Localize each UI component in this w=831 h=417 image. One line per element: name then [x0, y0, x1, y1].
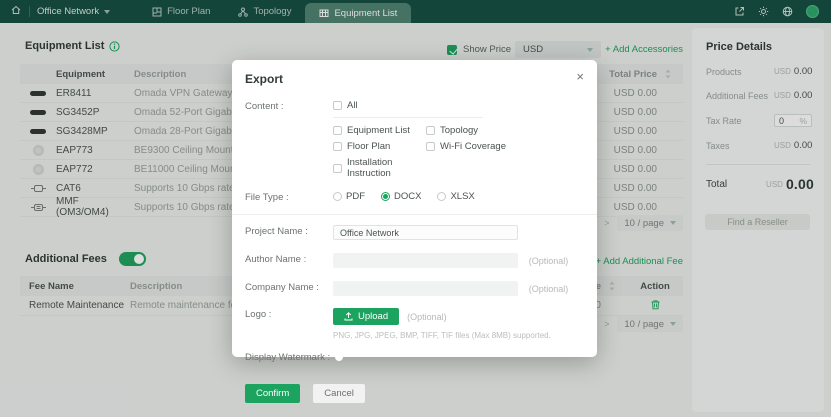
checkbox-wifi-coverage[interactable]: Wi-Fi Coverage [426, 141, 583, 152]
divider [232, 214, 597, 215]
wifi-coverage-checkbox[interactable] [426, 142, 435, 151]
app-window: Office Network Floor Plan Topology Equip… [0, 0, 831, 417]
upload-icon [344, 312, 353, 321]
option-label: Installation Instruction [347, 157, 426, 179]
checkbox-equipment-list[interactable]: Equipment List [333, 125, 426, 136]
radio-label: PDF [346, 191, 365, 202]
docx-radio[interactable] [381, 192, 390, 201]
company-optional-hint: (Optional) [529, 284, 569, 294]
radio-pdf[interactable]: PDF [333, 191, 365, 202]
company-name-input[interactable] [333, 281, 518, 296]
author-name-label: Author Name : [245, 253, 333, 265]
watermark-label: Display Watermark : [245, 351, 333, 363]
checkbox-floor-plan[interactable]: Floor Plan [333, 141, 426, 152]
radio-label: XLSX [450, 191, 474, 202]
checkbox-topology[interactable]: Topology [426, 125, 583, 136]
divider [333, 117, 483, 118]
xlsx-radio[interactable] [437, 192, 446, 201]
file-type-label: File Type : [245, 191, 333, 203]
radio-xlsx[interactable]: XLSX [437, 191, 474, 202]
company-name-label: Company Name : [245, 281, 333, 293]
modal-title: Export [245, 72, 583, 86]
option-label: Topology [440, 125, 478, 136]
checkbox-all[interactable]: All [333, 100, 583, 111]
option-label: Floor Plan [347, 141, 390, 152]
author-optional-hint: (Optional) [529, 256, 569, 266]
author-name-input[interactable] [333, 253, 518, 268]
content-label: Content : [245, 100, 333, 112]
all-checkbox[interactable] [333, 101, 342, 110]
export-modal: Export × Content : All Equipment List [232, 60, 597, 357]
logo-format-hint: PNG, JPG, JPEG, BMP, TIFF, TIF files (Ma… [333, 331, 583, 340]
equipment-list-checkbox[interactable] [333, 126, 342, 135]
floor-plan-checkbox[interactable] [333, 142, 342, 151]
installation-instruction-checkbox[interactable] [333, 164, 342, 173]
option-label: Equipment List [347, 125, 410, 136]
close-icon[interactable]: × [576, 69, 584, 84]
upload-label: Upload [358, 311, 388, 322]
upload-button[interactable]: Upload [333, 308, 399, 325]
topology-checkbox[interactable] [426, 126, 435, 135]
project-name-label: Project Name : [245, 225, 333, 237]
logo-label: Logo : [245, 308, 333, 320]
radio-docx[interactable]: DOCX [381, 191, 421, 202]
cancel-button[interactable]: Cancel [313, 384, 365, 403]
project-name-input[interactable] [333, 225, 518, 240]
confirm-button[interactable]: Confirm [245, 384, 300, 403]
pdf-radio[interactable] [333, 192, 342, 201]
logo-optional-hint: (Optional) [407, 312, 447, 322]
checkbox-installation-instruction[interactable]: Installation Instruction [333, 157, 426, 179]
all-label: All [347, 100, 358, 111]
option-label: Wi-Fi Coverage [440, 141, 506, 152]
radio-label: DOCX [394, 191, 421, 202]
